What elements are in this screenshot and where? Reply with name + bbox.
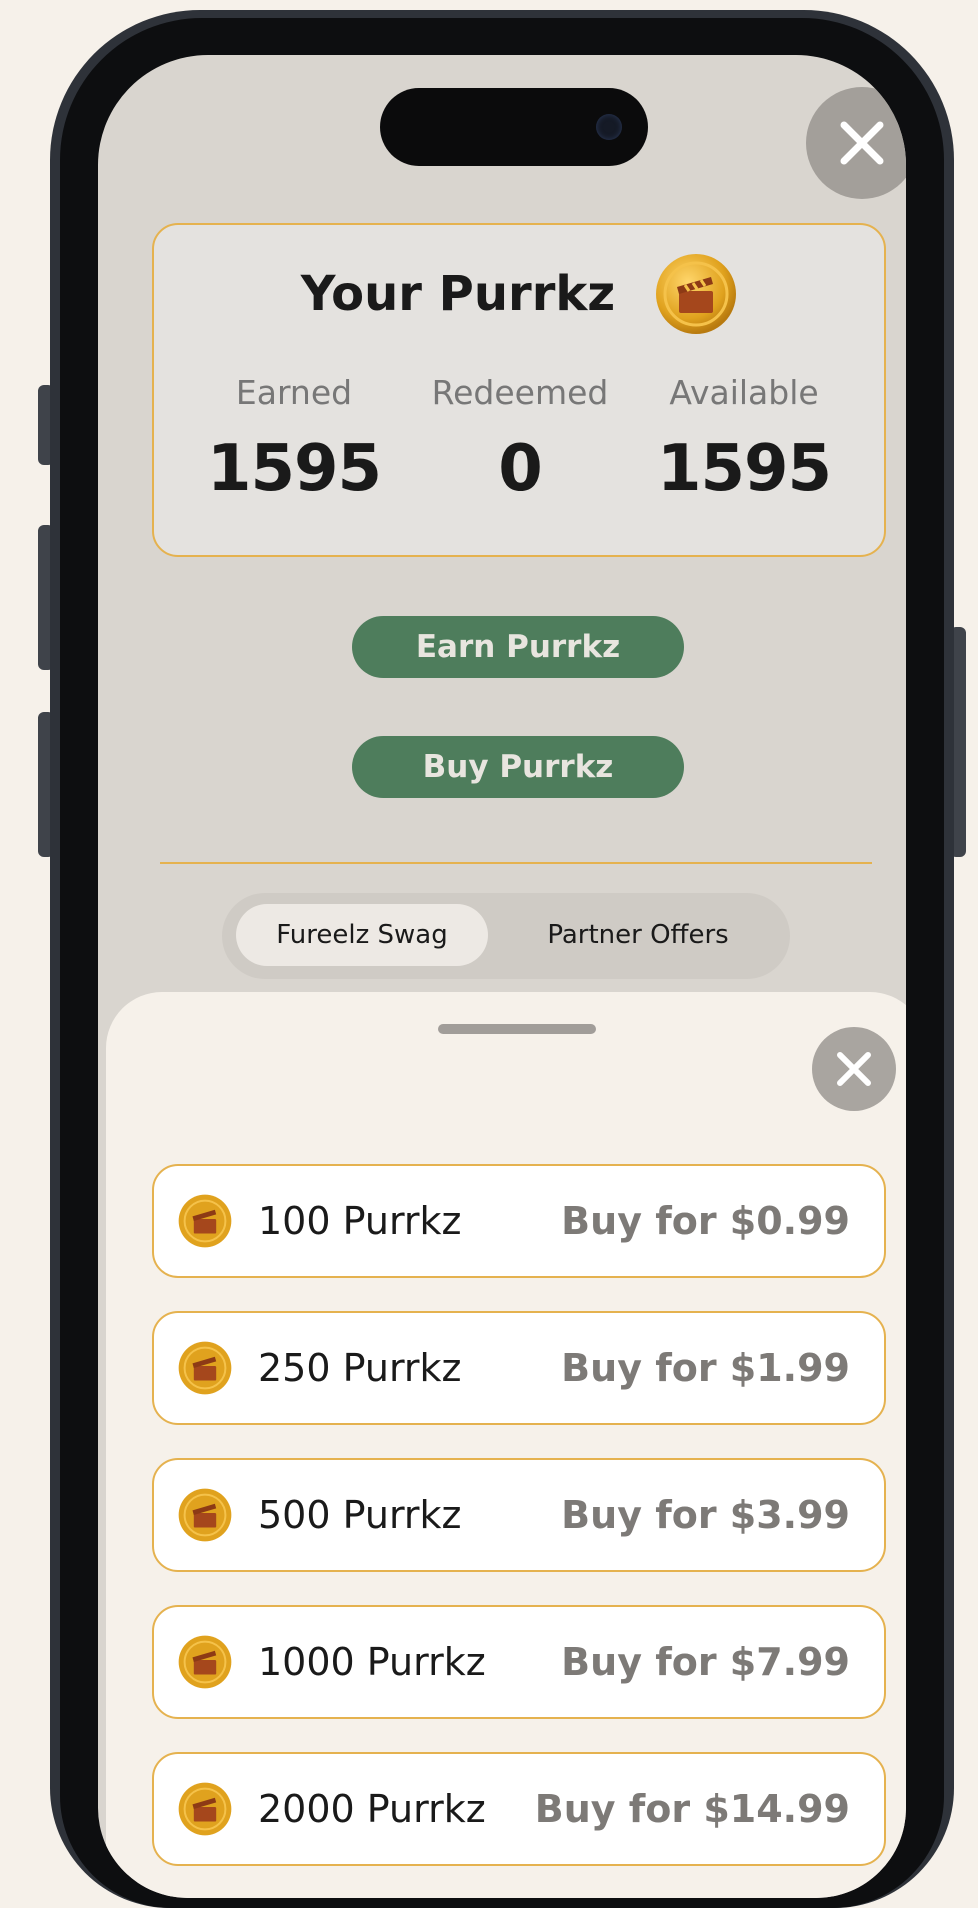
option-price: Buy for $7.99 (561, 1640, 850, 1684)
clapperboard-coin-icon (178, 1782, 232, 1836)
clapperboard-coin-icon (178, 1194, 232, 1248)
option-price: Buy for $0.99 (561, 1199, 850, 1243)
clapperboard-coin-icon (178, 1488, 232, 1542)
card-title: Your Purrkz (300, 266, 616, 322)
purchase-option-250[interactable]: 250 Purrkz Buy for $1.99 (152, 1311, 886, 1425)
stat-label: Earned (235, 373, 353, 412)
option-price: Buy for $3.99 (561, 1493, 850, 1537)
option-price: Buy for $1.99 (561, 1346, 850, 1390)
page: Your Purrkz Earned 1595 Redeemed 0 Avail… (0, 0, 978, 1908)
phone-frame: Your Purrkz Earned 1595 Redeemed 0 Avail… (50, 10, 954, 1908)
stat-earned: Earned 1595 (184, 373, 404, 506)
tab-partner-offers[interactable]: Partner Offers (498, 904, 778, 966)
purchase-option-100[interactable]: 100 Purrkz Buy for $0.99 (152, 1164, 886, 1278)
divider (160, 862, 872, 864)
clapperboard-coin-icon (178, 1341, 232, 1395)
option-quantity: 100 Purrkz (258, 1199, 462, 1243)
purrkz-summary-card: Your Purrkz Earned 1595 Redeemed 0 Avail… (152, 223, 886, 557)
tab-fureelz-swag[interactable]: Fureelz Swag (236, 904, 488, 966)
stat-available: Available 1595 (634, 373, 854, 506)
stat-label: Redeemed (431, 373, 609, 412)
option-quantity: 1000 Purrkz (258, 1640, 486, 1684)
clapperboard-coin-icon (178, 1635, 232, 1689)
dynamic-island (380, 88, 648, 166)
stat-redeemed: Redeemed 0 (410, 373, 630, 506)
stat-value: 1595 (656, 432, 832, 506)
stat-value: 0 (498, 432, 543, 506)
option-quantity: 500 Purrkz (258, 1493, 462, 1537)
camera-dot (596, 114, 622, 140)
sheet-close-button[interactable] (812, 1027, 896, 1111)
clapperboard-coin-icon (656, 254, 737, 334)
buy-purrkz-button[interactable]: Buy Purrkz (352, 736, 684, 798)
close-button[interactable] (806, 87, 906, 199)
card-title-row: Your Purrkz (154, 253, 884, 335)
buy-purrkz-sheet: 100 Purrkz Buy for $0.99 250 Purrkz Buy … (106, 992, 906, 1898)
option-price: Buy for $14.99 (534, 1787, 850, 1831)
close-icon (840, 121, 884, 165)
phone-bezel: Your Purrkz Earned 1595 Redeemed 0 Avail… (60, 18, 944, 1908)
option-quantity: 2000 Purrkz (258, 1787, 486, 1831)
close-icon (837, 1052, 871, 1086)
purchase-option-1000[interactable]: 1000 Purrkz Buy for $7.99 (152, 1605, 886, 1719)
sheet-drag-handle[interactable] (438, 1024, 596, 1034)
app-screen: Your Purrkz Earned 1595 Redeemed 0 Avail… (98, 55, 906, 1898)
segmented-tabs: Fureelz Swag Partner Offers (222, 893, 790, 979)
purchase-option-500[interactable]: 500 Purrkz Buy for $3.99 (152, 1458, 886, 1572)
stat-label: Available (669, 373, 819, 412)
stat-value: 1595 (206, 432, 382, 506)
purchase-option-2000[interactable]: 2000 Purrkz Buy for $14.99 (152, 1752, 886, 1866)
option-quantity: 250 Purrkz (258, 1346, 462, 1390)
earn-purrkz-button[interactable]: Earn Purrkz (352, 616, 684, 678)
